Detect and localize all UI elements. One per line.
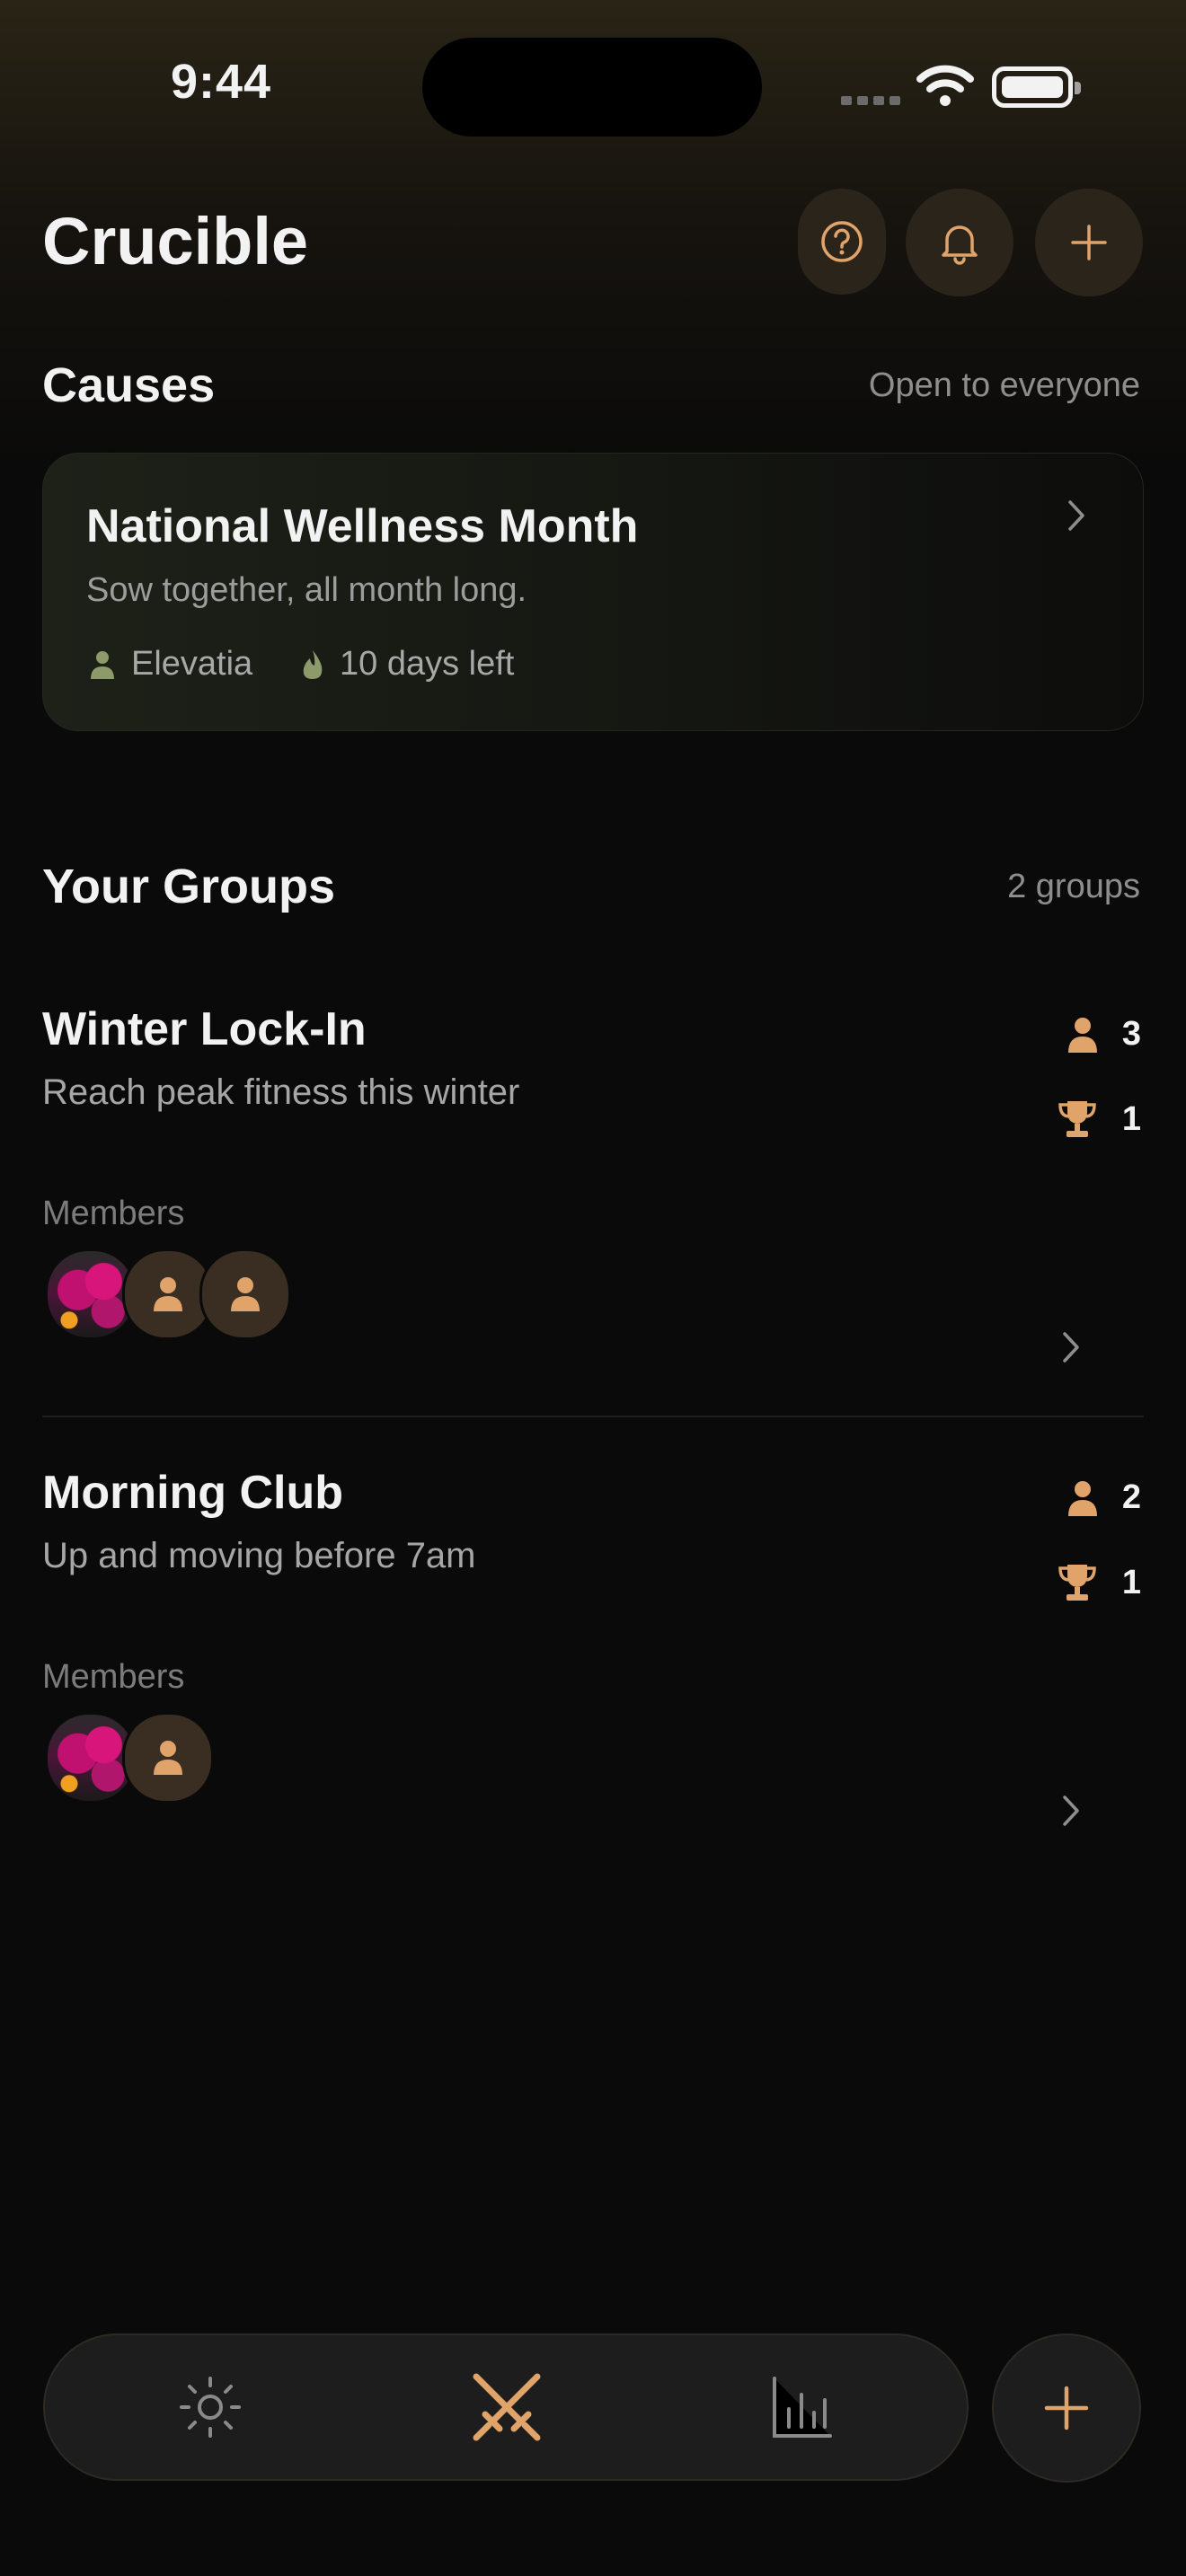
causes-title: Causes xyxy=(42,358,216,412)
group-trophy-count: 1 xyxy=(1033,1099,1141,1139)
battery-icon xyxy=(992,66,1081,108)
avatar xyxy=(122,1712,214,1804)
group-trophy-count: 1 xyxy=(1033,1563,1141,1602)
tab-stats[interactable] xyxy=(757,2362,846,2452)
cellular-signal-icon xyxy=(841,93,906,110)
group-name: Morning Club xyxy=(42,1467,344,1519)
person-icon xyxy=(1068,1017,1097,1053)
bell-icon xyxy=(942,225,978,265)
causes-meta: Open to everyone xyxy=(868,366,1140,404)
help-icon xyxy=(821,221,863,262)
trophy-icon xyxy=(1058,1565,1096,1601)
sun-icon xyxy=(180,2377,241,2438)
cause-organizer-name: Elevatia xyxy=(131,645,253,683)
avatar xyxy=(199,1248,291,1340)
bar-chart-icon xyxy=(773,2377,832,2438)
person-icon xyxy=(231,1277,260,1311)
cause-chevron-icon xyxy=(1066,498,1087,538)
notifications-button[interactable] xyxy=(906,189,1013,296)
add-button[interactable] xyxy=(1035,189,1143,296)
wifi-icon xyxy=(916,63,974,112)
group-description: Reach peak fitness this winter xyxy=(42,1072,520,1112)
members-label: Members xyxy=(42,1195,185,1232)
help-button[interactable] xyxy=(798,189,886,295)
cause-organizer: Elevatia xyxy=(90,645,252,684)
group-member-count: 2 xyxy=(1033,1478,1141,1517)
person-icon xyxy=(154,1741,182,1775)
group-description: Up and moving before 7am xyxy=(42,1536,476,1575)
groups-title: Your Groups xyxy=(42,860,336,913)
chevron-right-icon xyxy=(1060,1793,1082,1833)
members-avatars xyxy=(45,1712,214,1804)
cause-time-left: 10 days left xyxy=(300,645,514,684)
page-title: Crucible xyxy=(42,204,309,278)
tab-challenges[interactable] xyxy=(462,2362,552,2452)
plus-icon xyxy=(1044,2386,1089,2430)
cause-subtitle: Sow together, all month long. xyxy=(86,571,527,609)
members-label: Members xyxy=(42,1658,185,1696)
chevron-right-icon xyxy=(1060,1329,1082,1370)
members-avatars xyxy=(45,1248,291,1340)
person-icon xyxy=(154,1277,182,1311)
new-entry-button[interactable] xyxy=(992,2333,1141,2483)
cause-time-left-text: 10 days left xyxy=(340,645,515,683)
group-member-count: 3 xyxy=(1033,1015,1141,1054)
tab-today[interactable] xyxy=(165,2362,255,2452)
dynamic-island xyxy=(422,38,762,137)
person-icon xyxy=(1068,1480,1097,1516)
group-name: Winter Lock-In xyxy=(42,1003,367,1055)
trophy-icon xyxy=(1058,1101,1096,1137)
flame-icon xyxy=(303,649,323,679)
person-icon xyxy=(91,650,114,679)
divider xyxy=(42,1416,1144,1417)
status-time: 9:44 xyxy=(171,55,272,109)
groups-count: 2 groups xyxy=(1007,868,1140,905)
plus-icon xyxy=(1071,225,1107,260)
crossed-swords-icon xyxy=(473,2373,541,2441)
cause-title: National Wellness Month xyxy=(86,500,639,552)
